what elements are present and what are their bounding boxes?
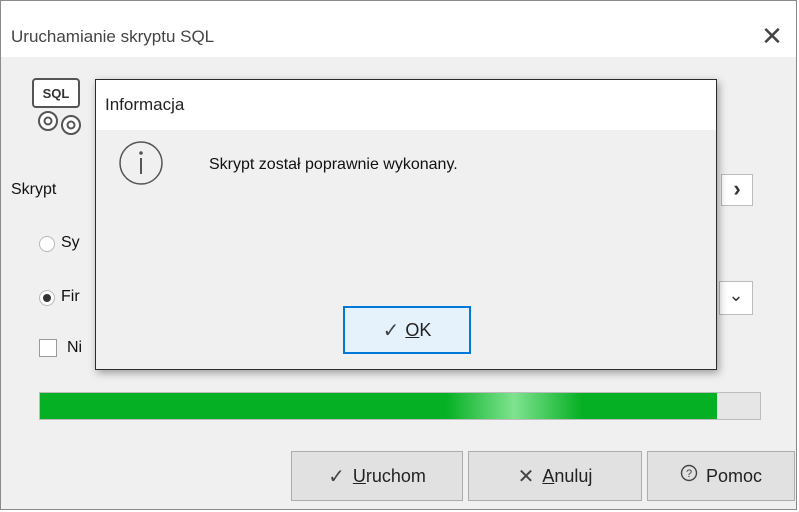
progress-bar xyxy=(39,392,761,420)
checkbox-label: Ni xyxy=(67,339,83,356)
close-icon: ✕ xyxy=(517,465,535,488)
radio-firm[interactable] xyxy=(39,290,55,306)
sql-script-icon: SQL xyxy=(32,78,81,135)
dialog-message: Skrypt został poprawnie wykonany. xyxy=(209,156,458,173)
help-button[interactable]: ? Pomoc xyxy=(647,451,795,501)
check-icon: ✓ xyxy=(328,465,345,488)
close-icon[interactable]: ✕ xyxy=(757,21,787,51)
dropdown-chevron-icon[interactable]: ⌄ xyxy=(719,281,753,315)
help-button-label: Pomoc xyxy=(705,465,763,486)
script-label: Skrypt xyxy=(11,181,57,198)
dialog-title: Informacja xyxy=(105,95,185,114)
radio-firm-label: Fir xyxy=(61,288,80,305)
option-checkbox[interactable] xyxy=(39,339,57,357)
radio-system-label: Sy xyxy=(61,234,80,251)
cancel-button-label: Anuluj xyxy=(542,465,593,486)
progress-fill xyxy=(40,393,717,419)
cancel-button[interactable]: ✕ Anuluj xyxy=(468,451,642,501)
ok-button-label: OK xyxy=(405,319,432,340)
browse-arrow-button[interactable]: › xyxy=(721,174,753,206)
sql-icon-text: SQL xyxy=(43,86,70,101)
ok-button[interactable]: ✓ OK xyxy=(343,306,471,354)
info-icon xyxy=(119,141,163,185)
check-icon: ✓ xyxy=(382,319,400,342)
dialog-titlebar: Informacja xyxy=(96,80,716,130)
svg-text:?: ? xyxy=(686,468,692,480)
run-button[interactable]: ✓ Uruchom xyxy=(291,451,463,501)
run-button-label: Uruchom xyxy=(352,465,426,486)
help-icon: ? xyxy=(680,464,698,488)
radio-system[interactable] xyxy=(39,236,55,252)
information-dialog: Informacja Skrypt został poprawnie wykon… xyxy=(95,79,717,370)
window-titlebar: Uruchamianie skryptu SQL ✕ xyxy=(1,1,796,57)
window-title: Uruchamianie skryptu SQL xyxy=(11,27,215,46)
